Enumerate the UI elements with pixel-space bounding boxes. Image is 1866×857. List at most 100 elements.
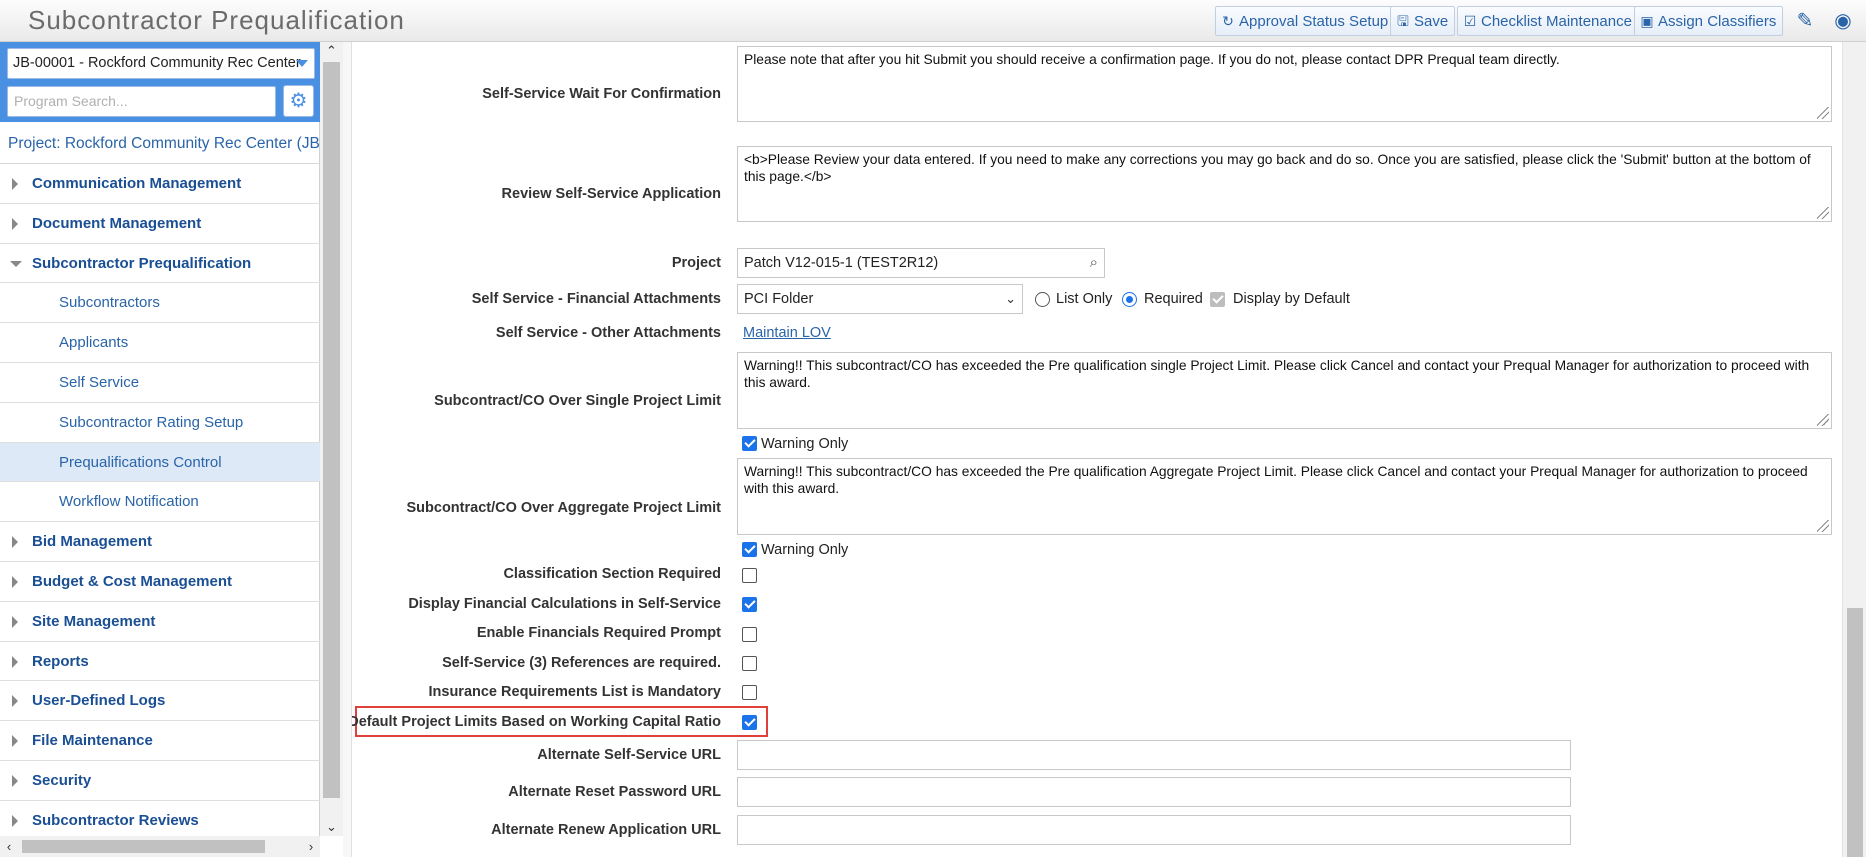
field-label: Alternate Self-Service URL <box>537 747 721 763</box>
page-title: Subcontractor Prequalification <box>28 5 405 35</box>
sidebar-top-panel: JB-00001 - Rockford Community Rec Center… <box>0 42 320 122</box>
scrollbar-thumb[interactable] <box>1847 608 1863 857</box>
save-button[interactable]: 🖫 Save <box>1390 6 1456 36</box>
field-label: Default Project Limits Based on Working … <box>352 714 721 730</box>
project-link[interactable]: Project: Rockford Community Rec Center (… <box>0 124 320 164</box>
caret-right-icon <box>12 814 18 827</box>
sidebar-item-workflow-notification[interactable]: Workflow Notification <box>0 482 320 523</box>
sidebar-item-user-defined-logs[interactable]: User-Defined Logs <box>0 681 320 722</box>
chevron-down-icon[interactable]: ⌄ <box>320 818 343 836</box>
caret-down-icon <box>10 260 22 267</box>
caret-right-icon <box>12 774 18 787</box>
resize-handle-icon[interactable] <box>1817 207 1829 219</box>
field-label: Review Self-Service Application <box>501 186 721 202</box>
project-select[interactable]: JB-00001 - Rockford Community Rec Center <box>7 48 315 79</box>
sidebar-item-document-management[interactable]: Document Management <box>0 204 320 244</box>
save-icon: 🖫 <box>1397 13 1409 29</box>
sidebar-item-file-maintenance[interactable]: File Maintenance <box>0 721 320 761</box>
display-financial-calc-checkbox[interactable] <box>742 597 757 612</box>
sidebar-item-communication-management[interactable]: Communication Management <box>0 164 320 204</box>
maintain-lov-link[interactable]: Maintain LOV <box>743 325 831 341</box>
field-label: Alternate Renew Application URL <box>491 822 721 838</box>
chevron-down-icon: ⌄ <box>1005 291 1016 306</box>
caret-right-icon <box>12 735 18 748</box>
alternate-reset-password-url-field[interactable] <box>737 777 1571 807</box>
scrollbar-thumb[interactable] <box>22 840 265 853</box>
warning-only-label: Warning Only <box>761 542 849 558</box>
insurance-mandatory-checkbox[interactable] <box>742 685 757 700</box>
sidebar-item-prequalifications-control[interactable]: Prequalifications Control <box>0 442 320 483</box>
display-by-default-label: Display by Default <box>1233 291 1350 307</box>
resize-handle-icon[interactable] <box>1817 107 1829 119</box>
user-icon[interactable]: ◉ <box>1830 8 1856 34</box>
chevron-down-icon <box>296 60 308 67</box>
list-only-radio[interactable] <box>1035 292 1050 307</box>
display-by-default-checkbox[interactable] <box>1210 292 1225 307</box>
sidebar-item-applicants[interactable]: Applicants <box>0 323 320 363</box>
refresh-icon: ↻ <box>1222 13 1234 29</box>
list-only-label: List Only <box>1056 291 1113 307</box>
review-application-textarea[interactable]: <b>Please Review your data entered. If y… <box>737 146 1832 222</box>
sidebar-item-subcontractors[interactable]: Subcontractors <box>0 283 320 324</box>
search-icon[interactable]: ⌕ <box>1090 249 1098 277</box>
main-form: Self-Service Wait For Confirmation Pleas… <box>352 42 1842 857</box>
sidebar-item-bid-management[interactable]: Bid Management <box>0 522 320 562</box>
field-label: Insurance Requirements List is Mandatory <box>428 684 722 700</box>
resize-handle-icon[interactable] <box>1817 414 1829 426</box>
checkbox-icon: ☑ <box>1463 13 1477 29</box>
program-search-input[interactable]: Program Search... <box>7 86 276 117</box>
sidebar-item-subcontractor-rating-setup[interactable]: Subcontractor Rating Setup <box>0 403 320 443</box>
field-label: Self-Service (3) References are required… <box>442 655 721 671</box>
assign-classifiers-button[interactable]: ▣ Assign Classifiers <box>1634 6 1784 36</box>
classification-required-checkbox[interactable] <box>742 568 757 583</box>
field-label: Subcontract/CO Over Aggregate Project Li… <box>406 500 722 516</box>
warning-only-label: Warning Only <box>761 436 849 452</box>
field-label: Self Service - Financial Attachments <box>471 291 721 307</box>
sidebar-item-subcontractor-prequalification[interactable]: Subcontractor Prequalification <box>0 244 320 284</box>
pane-divider[interactable] <box>343 42 352 857</box>
main-vertical-scrollbar[interactable] <box>1842 42 1866 857</box>
project-field[interactable]: Patch V12-015-1 (TEST2R12) ⌕ <box>737 248 1105 278</box>
aggregate-limit-textarea[interactable]: Warning!! This subcontract/CO has exceed… <box>737 458 1832 535</box>
alternate-self-service-url-field[interactable] <box>737 740 1571 770</box>
references-required-checkbox[interactable] <box>742 656 757 671</box>
caret-right-icon <box>12 655 18 668</box>
sidebar-item-subcontractor-reviews[interactable]: Subcontractor Reviews <box>0 801 320 841</box>
sidebar-item-self-service[interactable]: Self Service <box>0 363 320 403</box>
chevron-left-icon[interactable]: ‹ <box>0 836 18 857</box>
approval-status-setup-button[interactable]: ↻ Approval Status Setup <box>1215 6 1396 36</box>
working-capital-ratio-checkbox[interactable] <box>742 715 757 730</box>
single-limit-textarea[interactable]: Warning!! This subcontract/CO has exceed… <box>737 352 1832 429</box>
caret-right-icon <box>12 695 18 708</box>
caret-right-icon <box>12 615 18 628</box>
gear-icon[interactable]: ⚙ <box>283 85 314 117</box>
financial-attachments-select[interactable]: PCI Folder ⌄ <box>737 284 1023 314</box>
aggregate-warning-only-checkbox[interactable] <box>742 542 757 557</box>
field-label: Subcontract/CO Over Single Project Limit <box>434 393 721 409</box>
sidebar-item-budget-cost-management[interactable]: Budget & Cost Management <box>0 562 320 602</box>
edit-icon[interactable]: ✎ <box>1792 8 1818 34</box>
sidebar-item-reports[interactable]: Reports <box>0 642 320 682</box>
financials-required-prompt-checkbox[interactable] <box>742 627 757 642</box>
required-radio[interactable] <box>1122 292 1137 307</box>
chevron-right-icon[interactable]: › <box>302 836 320 857</box>
field-label: Alternate Reset Password URL <box>508 784 721 800</box>
field-label: Project <box>671 255 721 271</box>
wait-confirmation-textarea[interactable]: Please note that after you hit Submit yo… <box>737 46 1832 122</box>
sidebar-horizontal-scrollbar[interactable]: ‹ › <box>0 836 320 857</box>
resize-handle-icon[interactable] <box>1817 520 1829 532</box>
sidebar-vertical-scrollbar[interactable]: ⌃ ⌄ <box>320 42 343 836</box>
chevron-up-icon[interactable]: ⌃ <box>320 42 343 60</box>
required-label: Required <box>1144 291 1203 307</box>
single-warning-only-checkbox[interactable] <box>742 436 757 451</box>
scrollbar-thumb[interactable] <box>323 62 340 798</box>
sidebar-item-site-management[interactable]: Site Management <box>0 602 320 642</box>
caret-right-icon <box>12 217 18 230</box>
field-label: Self Service - Other Attachments <box>495 325 721 341</box>
field-label: Self-Service Wait For Confirmation <box>482 86 721 102</box>
id-card-icon: ▣ <box>1640 13 1654 29</box>
alternate-renew-application-url-field[interactable] <box>737 815 1571 845</box>
checklist-maintenance-button[interactable]: ☑ Checklist Maintenance <box>1457 6 1639 36</box>
sidebar: JB-00001 - Rockford Community Rec Center… <box>0 42 320 857</box>
sidebar-item-security[interactable]: Security <box>0 761 320 801</box>
